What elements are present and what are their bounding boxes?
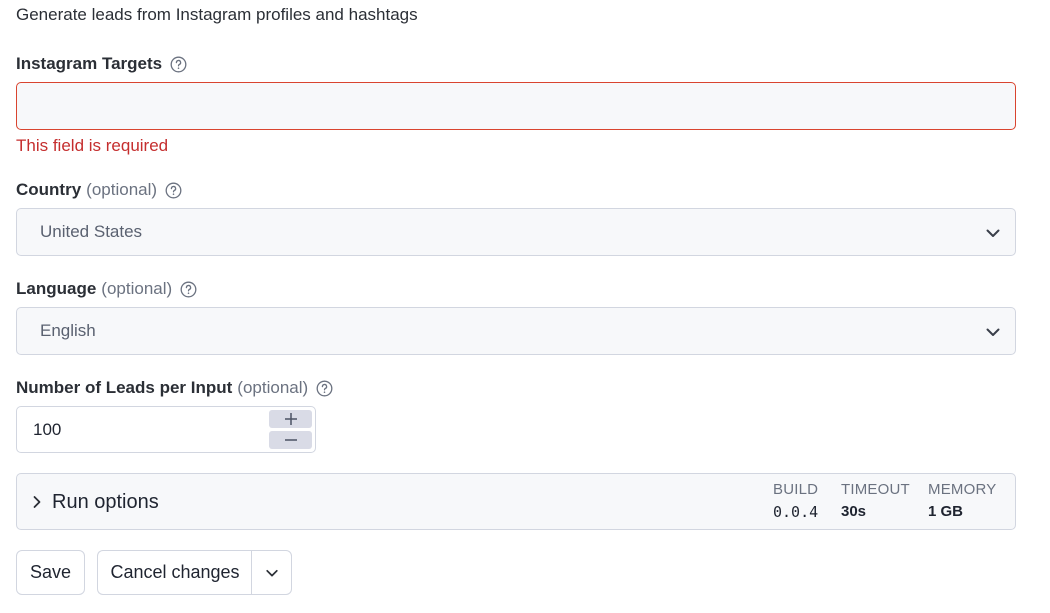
country-optional: (optional) [86,180,158,199]
chevron-down-icon [986,229,1000,237]
country-label-row: Country (optional) [16,180,182,200]
build-value: 0.0.4 [773,503,819,521]
chevron-down-icon [986,328,1000,336]
leads-per-input-optional: (optional) [237,378,309,397]
memory-meta: MEMORY 1 GB [928,481,996,520]
chevron-right-icon [33,496,41,508]
leads-per-input-stepper[interactable]: 100 [16,406,316,453]
memory-value: 1 GB [928,503,964,520]
leads-per-input-label-row: Number of Leads per Input (optional) [16,378,333,398]
page-subtitle: Generate leads from Instagram profiles a… [16,5,418,24]
timeout-meta: TIMEOUT 30s [841,481,910,520]
timeout-label: TIMEOUT [841,481,910,498]
save-button[interactable]: Save [16,550,85,595]
chevron-down-icon [265,569,278,576]
timeout-value: 30s [841,503,867,520]
instagram-targets-error: This field is required [16,136,169,155]
memory-label: MEMORY [928,481,997,498]
leads-per-input-value[interactable]: 100 [33,420,61,440]
decrement-button[interactable] [269,431,312,449]
instagram-targets-label: Instagram Targets [16,54,163,73]
leads-per-input-label: Number of Leads per Input [16,378,233,397]
language-select[interactable]: English [16,307,1016,355]
country-label: Country [16,180,82,199]
plus-icon [284,413,297,425]
minus-icon [284,439,297,441]
country-select[interactable]: United States [16,208,1016,256]
run-options-title: Run options [52,491,159,513]
question-circle-icon[interactable] [165,182,182,199]
question-circle-icon[interactable] [180,281,197,298]
language-label: Language [16,279,97,298]
language-selected-value: English [40,321,96,340]
question-circle-icon[interactable] [316,380,333,397]
instagram-targets-label-row: Instagram Targets [16,54,187,74]
country-selected-value: United States [40,222,143,241]
language-label-row: Language (optional) [16,279,197,299]
build-meta: BUILD 0.0.4 [773,481,818,521]
question-circle-icon[interactable] [170,56,187,73]
build-label: BUILD [773,481,819,498]
more-actions-dropdown-button[interactable] [251,550,292,595]
language-optional: (optional) [101,279,173,298]
increment-button[interactable] [269,410,312,428]
cancel-changes-button[interactable]: Cancel changes [97,550,252,595]
instagram-targets-input[interactable] [16,82,1016,130]
run-options-panel[interactable]: Run options BUILD 0.0.4 TIMEOUT 30s MEMO… [16,473,1016,530]
